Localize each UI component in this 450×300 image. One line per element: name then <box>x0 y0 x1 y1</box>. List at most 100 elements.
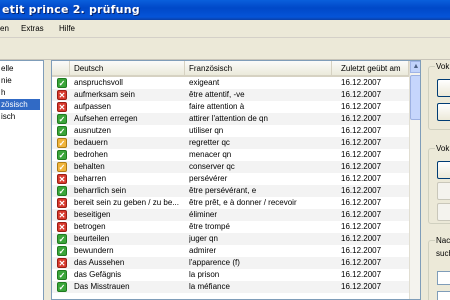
right-panel: Vok Vok Nac such <box>428 60 450 300</box>
group-label: Nac <box>435 236 450 245</box>
table-row[interactable]: ✓ beurteilen juger qn 16.12.2007 <box>52 233 409 245</box>
menu-item-help[interactable]: Hilfe <box>59 24 75 33</box>
cell-french: regretter qc <box>189 138 230 147</box>
cell-last-practiced: 16.12.2007 <box>341 150 382 159</box>
lesson-tree[interactable]: elle nie h zösisch isch <box>0 60 44 300</box>
cell-german: beharrlich sein <box>74 186 127 195</box>
cell-french: exigeant <box>189 78 220 87</box>
cross-icon: ✕ <box>57 222 67 232</box>
cell-german: beharren <box>74 174 107 183</box>
table-row[interactable]: ✕ das Aussehen l'apparence (f) 16.12.2007 <box>52 257 409 269</box>
scroll-up-icon[interactable]: ▲ <box>410 61 420 73</box>
cell-french: être persévérant, e <box>189 186 257 195</box>
table-row[interactable]: ✕ beharren persévérer 16.12.2007 <box>52 173 409 185</box>
cell-last-practiced: 16.12.2007 <box>341 174 382 183</box>
table-row[interactable]: ✓ anspruchsvoll exigeant 16.12.2007 <box>52 77 409 89</box>
cell-french: être trompé <box>189 222 230 231</box>
cell-last-practiced: 16.12.2007 <box>341 78 382 87</box>
cell-french: admirer <box>189 246 217 255</box>
cell-french: attirer l'attention de qn <box>189 114 268 123</box>
table-row[interactable]: ✕ bereit sein zu geben / zu be... être prê… <box>52 197 409 209</box>
table-row[interactable]: ✕ aufmerksam sein être attentif, -ve 16.12.… <box>52 89 409 101</box>
cell-last-practiced: 16.12.2007 <box>341 210 382 219</box>
cell-german: bereit sein zu geben / zu be... <box>74 198 179 207</box>
group-label: Vok <box>435 62 450 71</box>
search-input[interactable] <box>437 291 450 300</box>
cell-french: persévérer <box>189 174 228 183</box>
table-row[interactable]: ✓ ausnutzen utiliser qn 16.12.2007 <box>52 125 409 137</box>
action-button[interactable] <box>437 79 450 97</box>
cell-french: être prêt, e à donner / recevoir <box>189 198 297 207</box>
table-row[interactable]: ✓ bewundern admirer 16.12.2007 <box>52 245 409 257</box>
action-button-disabled[interactable] <box>437 203 450 221</box>
vocabulary-grid[interactable]: Deutsch Französisch Zuletzt geübt am ✓ an… <box>51 60 421 300</box>
action-button[interactable] <box>437 161 450 179</box>
cell-french: juger qn <box>189 234 218 243</box>
table-row[interactable]: ✓ bedauern regretter qc 16.12.2007 <box>52 137 409 149</box>
cell-last-practiced: 16.12.2007 <box>341 246 382 255</box>
grid-header: Deutsch Französisch Zuletzt geübt am <box>52 61 409 77</box>
cell-last-practiced: 16.12.2007 <box>341 126 382 135</box>
cell-last-practiced: 16.12.2007 <box>341 258 382 267</box>
cell-last-practiced: 16.12.2007 <box>341 114 382 123</box>
cell-german: aufmerksam sein <box>74 90 135 99</box>
column-header-french[interactable]: Französisch <box>185 61 332 77</box>
table-row[interactable]: ✕ beseitigen éliminer 16.12.2007 <box>52 209 409 221</box>
check-icon: ✓ <box>57 186 67 196</box>
partial-icon: ✓ <box>57 162 67 172</box>
table-row[interactable]: ✓ das Gefägnis la prison 16.12.2007 <box>52 269 409 281</box>
search-input[interactable] <box>437 271 450 285</box>
column-header-last-practiced[interactable]: Zuletzt geübt am <box>332 61 409 77</box>
tree-item[interactable]: h <box>0 87 5 98</box>
cell-german: behalten <box>74 162 105 171</box>
cross-icon: ✕ <box>57 258 67 268</box>
cell-last-practiced: 16.12.2007 <box>341 282 382 291</box>
partial-icon: ✓ <box>57 138 67 148</box>
column-header-german[interactable]: Deutsch <box>70 61 185 77</box>
table-row[interactable]: ✓ behalten conserver qc 16.12.2007 <box>52 161 409 173</box>
cell-german: betrogen <box>74 222 106 231</box>
cross-icon: ✕ <box>57 174 67 184</box>
table-row[interactable]: ✓ bedrohen menacer qn 16.12.2007 <box>52 149 409 161</box>
cross-icon: ✕ <box>57 198 67 208</box>
action-button[interactable] <box>437 103 450 121</box>
check-icon: ✓ <box>57 150 67 160</box>
action-button-disabled[interactable] <box>437 182 450 200</box>
check-icon: ✓ <box>57 282 67 292</box>
table-row[interactable]: ✓ Das Misstrauen la méfiance 16.12.2007 <box>52 281 409 293</box>
cell-german: Aufsehen erregen <box>74 114 138 123</box>
cell-last-practiced: 16.12.2007 <box>341 198 382 207</box>
cell-last-practiced: 16.12.2007 <box>341 234 382 243</box>
cell-german: das Gefägnis <box>74 270 122 279</box>
cell-last-practiced: 16.12.2007 <box>341 102 382 111</box>
tree-item[interactable]: elle <box>0 63 13 74</box>
cell-french: utiliser qn <box>189 126 224 135</box>
table-row[interactable]: ✓ Aufsehen erregen attirer l'attention de … <box>52 113 409 125</box>
cell-french: faire attention à <box>189 102 245 111</box>
tree-item[interactable]: nie <box>0 75 12 86</box>
tree-item-selected[interactable]: zösisch <box>0 99 40 110</box>
scroll-thumb[interactable] <box>410 75 420 120</box>
cell-german: das Aussehen <box>74 258 125 267</box>
cell-french: l'apparence (f) <box>189 258 240 267</box>
vertical-scrollbar[interactable]: ▲ <box>409 61 420 299</box>
cell-last-practiced: 16.12.2007 <box>341 270 382 279</box>
column-header-status[interactable] <box>52 61 70 77</box>
menu-item-extras[interactable]: Extras <box>21 24 44 33</box>
cell-last-practiced: 16.12.2007 <box>341 162 382 171</box>
search-label: such <box>435 249 450 258</box>
table-row[interactable]: ✓ beharrlich sein être persévérant, e 16.12… <box>52 185 409 197</box>
table-row[interactable]: ✕ aufpassen faire attention à 16.12.2007 <box>52 101 409 113</box>
check-icon: ✓ <box>57 246 67 256</box>
menu-bar: en Extras Hilfe <box>0 20 450 38</box>
vocab-group-2: Vok <box>428 144 450 224</box>
cell-german: anspruchsvoll <box>74 78 123 87</box>
table-row[interactable]: ✕ betrogen être trompé 16.12.2007 <box>52 221 409 233</box>
cross-icon: ✕ <box>57 90 67 100</box>
cell-last-practiced: 16.12.2007 <box>341 90 382 99</box>
cell-french: conserver qc <box>189 162 235 171</box>
menu-item-file[interactable]: en <box>0 24 9 33</box>
cell-french: la méfiance <box>189 282 230 291</box>
tree-item[interactable]: isch <box>0 111 15 122</box>
cell-german: beurteilen <box>74 234 110 243</box>
